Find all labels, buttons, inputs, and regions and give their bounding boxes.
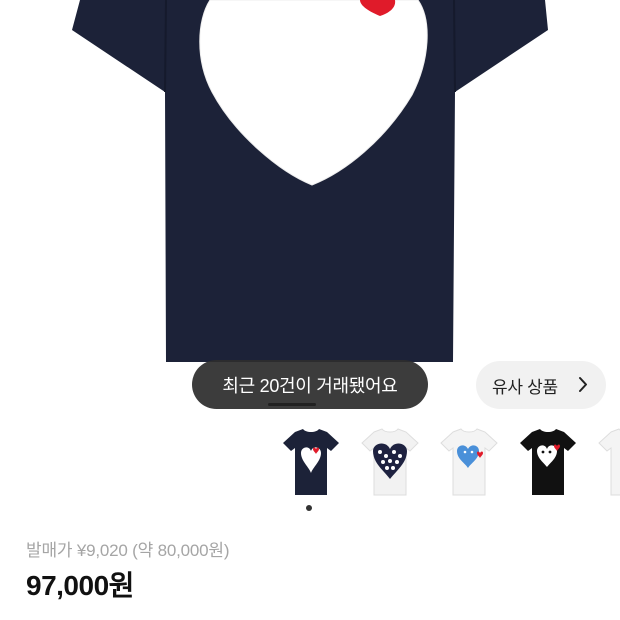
thumbnail-white-partial[interactable] — [595, 423, 620, 499]
recent-trades-badge[interactable]: 최근 20건이 거래됐어요 — [192, 360, 428, 409]
thumbnail-navy-white-heart[interactable] — [279, 423, 343, 499]
tshirt-thumbnail-image — [361, 428, 419, 496]
thumbnail-white-polka-heart[interactable] — [358, 423, 422, 499]
product-detail-page: 최근 20건이 거래됐어요 유사 상품 발매가 ¥9,020 (약 80,000… — [0, 0, 620, 620]
similar-products-button[interactable]: 유사 상품 — [476, 361, 606, 409]
release-price-value: ¥9,020 (약 80,000원) — [76, 541, 230, 560]
similar-products-label: 유사 상품 — [492, 377, 558, 397]
scroll-indicator — [268, 403, 316, 406]
tshirt-thumbnail-image — [440, 428, 498, 496]
release-price: 발매가 ¥9,020 (약 80,000원) — [26, 536, 230, 561]
tshirt-thumbnail-image — [283, 429, 339, 495]
thumbnail-white-blue-heart[interactable] — [437, 423, 501, 499]
release-price-label: 발매가 — [26, 541, 73, 560]
carousel-page-dot — [306, 505, 312, 511]
color-thumbnail-strip — [279, 423, 620, 499]
recent-trades-text: 최근 20건이 거래됐어요 — [222, 375, 398, 396]
thumbnail-black-white-heart[interactable] — [516, 423, 580, 499]
tshirt-image — [72, 0, 548, 362]
chevron-right-icon — [579, 377, 587, 392]
current-price: 97,000원 — [26, 570, 134, 601]
tshirt-thumbnail-image — [520, 429, 576, 495]
tshirt-thumbnail-image — [598, 428, 620, 496]
product-main-image[interactable] — [0, 0, 620, 410]
